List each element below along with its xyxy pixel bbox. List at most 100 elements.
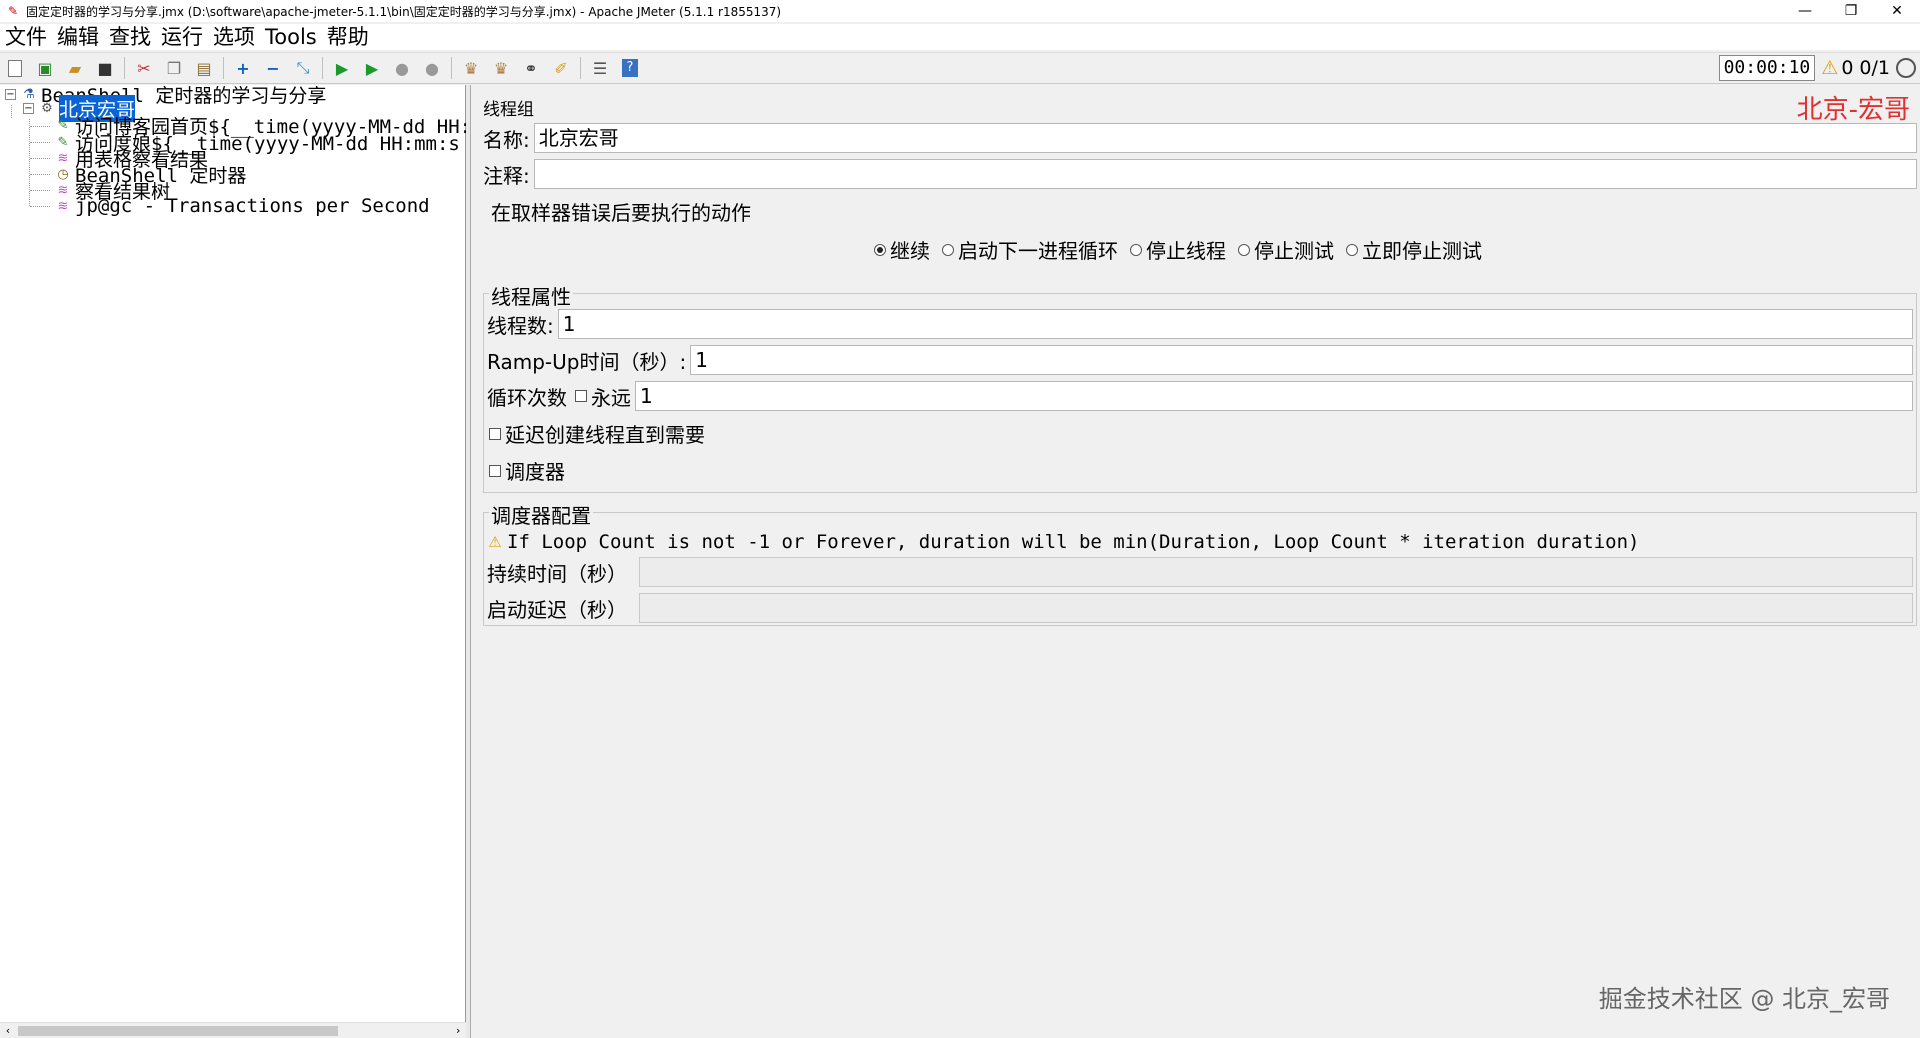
radio-stop-test[interactable]: 停止测试 (1238, 235, 1334, 264)
comment-input[interactable] (533, 159, 1917, 189)
toolbar-separator (124, 57, 125, 79)
toolbar-separator (451, 57, 452, 79)
menu-tools[interactable]: Tools (260, 24, 322, 50)
warning-count[interactable]: 0 (1841, 57, 1853, 79)
reset-search-icon[interactable]: ✐ (549, 56, 573, 80)
on-error-options: 继续 启动下一进程循环 停止线程 停止测试 立即停止测试 (874, 235, 1494, 264)
new-icon[interactable] (3, 56, 27, 80)
restore-button[interactable]: ❐ (1828, 0, 1874, 22)
toolbar-separator (223, 57, 224, 79)
clear-icon[interactable]: ♛ (459, 56, 483, 80)
duration-label: 持续时间（秒） (487, 561, 627, 586)
pipette-sampler-icon: ✎ (57, 117, 69, 133)
menu-edit[interactable]: 编辑 (52, 24, 104, 50)
menu-help[interactable]: 帮助 (322, 24, 374, 50)
thread-group-panel: 线程组 北京-宏哥 名称: 北京宏哥 注释: 在取样器错误后要执行的动作 继续 … (470, 85, 1920, 1038)
startup-delay-row: 启动延迟（秒） (487, 593, 1913, 623)
scheduler-checkbox[interactable]: 调度器 (489, 456, 565, 485)
startup-delay-input[interactable] (639, 593, 1913, 623)
tree-collapse-toggle[interactable]: − (5, 88, 16, 100)
radio-label: 继续 (890, 239, 930, 263)
radio-dot (942, 243, 954, 256)
menu-run[interactable]: 运行 (156, 24, 208, 50)
menu-search[interactable]: 查找 (104, 24, 156, 50)
stop-icon[interactable]: ● (390, 56, 414, 80)
scheduler-warning-row: ⚠ If Loop Count is not -1 or Forever, du… (487, 531, 1639, 553)
shutdown-icon[interactable]: ● (420, 56, 444, 80)
radio-label: 停止测试 (1254, 239, 1334, 263)
loop-row: 循环次数 永远 1 (487, 381, 1913, 411)
open-icon[interactable]: ▰ (63, 56, 87, 80)
scheduler-label: 调度器 (505, 460, 565, 484)
remote-status-icon (1896, 58, 1916, 78)
scroll-left-arrow-icon[interactable]: ‹ (0, 1023, 16, 1038)
comment-row: 注释: (483, 159, 1917, 189)
loop-label: 循环次数 (487, 385, 567, 410)
radio-dot (1130, 243, 1142, 256)
threads-label: 线程数: (487, 313, 554, 338)
start-icon[interactable]: ▶ (330, 56, 354, 80)
clear-all-icon[interactable]: ♛ (489, 56, 513, 80)
tree-horizontal-scrollbar[interactable]: ‹ › (0, 1022, 466, 1038)
title-bar: ✎ 固定定时器的学习与分享.jmx (D:\software\apache-jm… (0, 0, 1920, 22)
elapsed-timer: 00:00:10 (1718, 55, 1816, 81)
radio-dot (874, 243, 886, 256)
paste-icon[interactable]: ▤ (192, 56, 216, 80)
active-threads: 0/1 (1859, 57, 1890, 79)
checkbox-square (489, 427, 501, 440)
panel-title: 线程组 (483, 100, 534, 120)
radio-stop-thread[interactable]: 停止线程 (1130, 235, 1226, 264)
name-label: 名称: (483, 127, 530, 152)
tree-label: jp@gc - Transactions per Second (75, 195, 430, 217)
collapse-icon[interactable]: − (261, 56, 285, 80)
menu-options[interactable]: 选项 (208, 24, 260, 50)
scrollbar-thumb[interactable] (18, 1026, 338, 1036)
toggle-icon[interactable]: ⤡ (291, 56, 315, 80)
search-binoculars-icon[interactable]: ⚭ (519, 56, 543, 80)
close-button[interactable]: ✕ (1874, 0, 1920, 22)
threads-input[interactable]: 1 (557, 309, 1913, 339)
checkbox-square (575, 390, 587, 402)
tree-collapse-toggle[interactable]: − (23, 102, 34, 114)
start-no-pauses-icon[interactable]: ▶ (360, 56, 384, 80)
window-title: 固定定时器的学习与分享.jmx (D:\software\apache-jmet… (26, 4, 782, 19)
radio-label: 启动下一进程循环 (958, 239, 1118, 263)
scheduler-row: 调度器 (489, 456, 565, 485)
toolbar-separator (580, 57, 581, 79)
rampup-input[interactable]: 1 (690, 345, 1913, 375)
test-plan-tree: − ⚗ BeanShell 定时器的学习与分享 − ⚙ 北京宏哥 ✎ 访问博客园… (0, 85, 471, 1038)
tree-node-tps-listener[interactable]: ≋ jp@gc - Transactions per Second (54, 195, 430, 217)
loop-count-input[interactable]: 1 (635, 381, 1913, 411)
jmeter-feather-icon: ✎ (7, 4, 19, 18)
watermark: 掘金技术社区 @ 北京_宏哥 (1598, 985, 1890, 1013)
help-icon[interactable]: ? (618, 56, 642, 80)
duration-row: 持续时间（秒） (487, 557, 1913, 587)
scheduler-warning-text: If Loop Count is not -1 or Forever, dura… (507, 531, 1640, 553)
loop-forever-checkbox[interactable]: 永远 (575, 382, 635, 411)
loop-forever-label: 永远 (591, 385, 631, 410)
thread-properties-legend: 线程属性 (489, 281, 573, 310)
rampup-label: Ramp-Up时间（秒）: (487, 349, 687, 374)
warning-icon: ⚠ (488, 533, 502, 551)
threads-row: 线程数: 1 (487, 309, 1913, 339)
menu-file[interactable]: 文件 (0, 24, 52, 50)
radio-continue[interactable]: 继续 (874, 235, 930, 264)
cut-icon[interactable]: ✂ (132, 56, 156, 80)
delay-label: 延迟创建线程直到需要 (505, 423, 705, 447)
templates-icon[interactable]: ▣ (33, 56, 57, 80)
name-input[interactable]: 北京宏哥 (533, 123, 1917, 153)
expand-icon[interactable]: + (231, 56, 255, 80)
comment-label: 注释: (483, 163, 530, 188)
duration-input[interactable] (639, 557, 1913, 587)
function-helper-icon[interactable]: ☰ (588, 56, 612, 80)
toolbar-separator (322, 57, 323, 79)
copy-icon[interactable]: ❐ (162, 56, 186, 80)
radio-start-next-loop[interactable]: 启动下一进程循环 (942, 235, 1118, 264)
scroll-right-arrow-icon[interactable]: › (450, 1023, 466, 1038)
minimize-button[interactable]: — (1782, 0, 1828, 22)
radio-dot (1238, 243, 1250, 256)
delay-row: 延迟创建线程直到需要 (489, 419, 705, 448)
radio-stop-test-now[interactable]: 立即停止测试 (1346, 235, 1482, 264)
save-icon[interactable]: ■ (93, 56, 117, 80)
delay-thread-creation-checkbox[interactable]: 延迟创建线程直到需要 (489, 419, 705, 448)
